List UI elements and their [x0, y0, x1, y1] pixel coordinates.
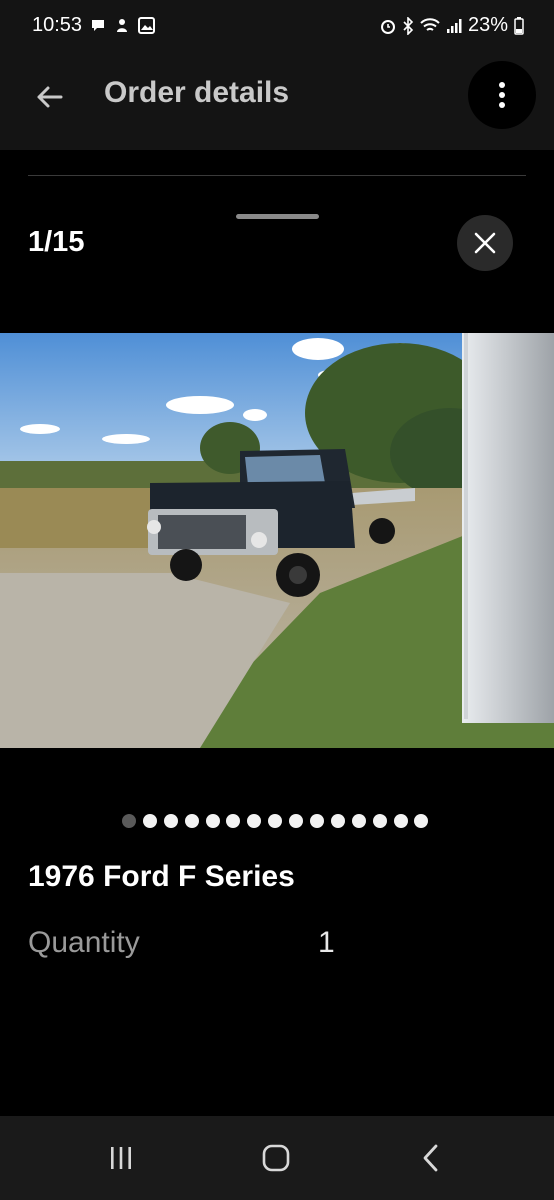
arrow-left-icon: [37, 86, 63, 108]
system-nav-bar: [0, 1116, 554, 1200]
pagination-dot[interactable]: [226, 814, 241, 828]
divider: [28, 175, 526, 176]
close-icon: [474, 232, 496, 254]
wifi-icon: [420, 17, 440, 31]
alarm-icon: [380, 19, 395, 34]
app-bar: Order details: [0, 52, 554, 150]
pagination-dot[interactable]: [330, 814, 345, 828]
quantity-value: 1: [318, 926, 335, 959]
more-options-button[interactable]: [468, 61, 536, 129]
recents-button[interactable]: [101, 1138, 141, 1178]
status-time: 10:53: [32, 14, 83, 36]
back-button[interactable]: [26, 74, 72, 120]
pagination-dots: [122, 814, 429, 828]
product-photo[interactable]: [0, 333, 554, 748]
quantity-label: Quantity: [28, 926, 140, 959]
image-icon: [138, 16, 155, 34]
pagination-dot[interactable]: [184, 814, 199, 828]
image-viewer-sheet: 1/15 1976 Ford F Series Quantity 1: [0, 150, 554, 1116]
pagination-dot[interactable]: [247, 814, 262, 828]
image-counter: 1/15: [28, 226, 85, 258]
back-icon: [423, 1144, 438, 1172]
notification-icon: [117, 19, 127, 32]
pagination-dot[interactable]: [414, 814, 429, 828]
battery-icon: [514, 16, 524, 35]
pagination-dot[interactable]: [268, 814, 283, 828]
pagination-dot[interactable]: [142, 814, 157, 828]
pagination-dot[interactable]: [372, 814, 387, 828]
pagination-dot[interactable]: [163, 814, 178, 828]
pagination-dot[interactable]: [205, 814, 220, 828]
home-icon: [262, 1144, 290, 1172]
pagination-dot[interactable]: [122, 814, 136, 828]
chat-bubble-icon: [92, 20, 104, 31]
status-right: 23%: [380, 14, 524, 37]
pagination-dot[interactable]: [393, 814, 408, 828]
recents-icon: [111, 1147, 131, 1169]
drag-handle[interactable]: [236, 214, 319, 219]
page-title: Order details: [104, 76, 290, 109]
nav-back-button[interactable]: [411, 1138, 451, 1178]
truck-photo-image: [0, 333, 554, 748]
pagination-dot[interactable]: [289, 814, 304, 828]
product-title: 1976 Ford F Series: [28, 860, 295, 893]
close-button[interactable]: [457, 215, 513, 271]
more-vertical-icon: [499, 82, 505, 108]
pagination-dot[interactable]: [351, 814, 366, 828]
status-bar: 10:53 23%: [0, 0, 554, 52]
status-left-icons: [90, 16, 155, 34]
bluetooth-icon: [403, 16, 414, 35]
battery-percent: 23%: [467, 14, 508, 36]
pagination-dot[interactable]: [310, 814, 325, 828]
home-button[interactable]: [256, 1138, 296, 1178]
signal-icon: [446, 18, 462, 33]
